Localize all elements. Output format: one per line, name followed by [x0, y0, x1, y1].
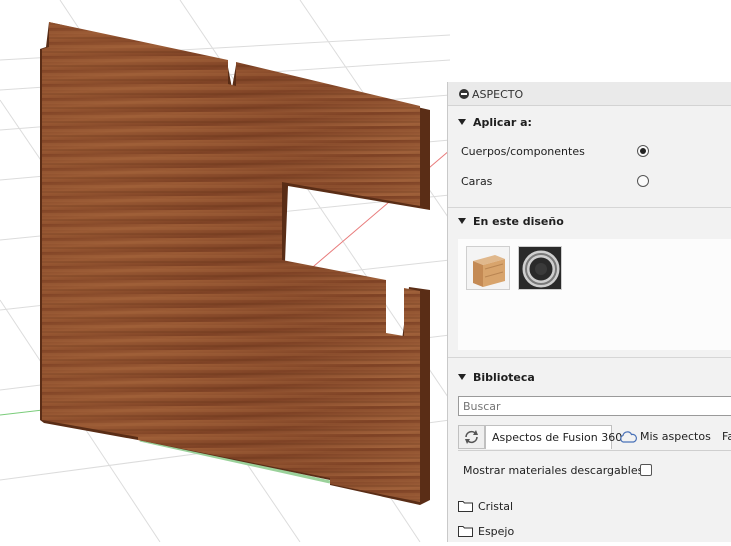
option-faces-label: Caras: [461, 175, 493, 188]
chrome-material-swatch[interactable]: [518, 246, 562, 290]
downloadable-materials-checkbox[interactable]: [640, 464, 652, 476]
expand-triangle-icon: [458, 119, 466, 125]
folder-icon: [458, 501, 473, 512]
cloud-icon: [620, 431, 637, 443]
section-divider: [448, 357, 731, 358]
folder-icon: [458, 526, 473, 537]
tab-my-appearances[interactable]: Mis aspectos: [615, 425, 711, 449]
apply-to-label: Aplicar a:: [473, 116, 532, 129]
expand-triangle-icon: [458, 218, 466, 224]
folder-label: Cristal: [478, 500, 514, 513]
in-design-section-header[interactable]: En este diseño: [448, 208, 731, 234]
refresh-button[interactable]: [458, 425, 485, 449]
library-tabs: Aspectos de Fusion 360 Mis aspectos Fa: [458, 425, 731, 451]
wood-panel-face: [42, 22, 420, 502]
in-design-label: En este diseño: [473, 215, 564, 228]
radio-bodies-components[interactable]: [637, 145, 649, 157]
library-search-input[interactable]: [458, 396, 731, 416]
design-materials-list: [458, 239, 731, 350]
folder-label: Espejo: [478, 525, 515, 538]
wood-material-swatch[interactable]: [466, 246, 510, 290]
library-section-header[interactable]: Biblioteca: [448, 364, 731, 390]
tab-my-appearances-label: Mis aspectos: [640, 430, 711, 443]
panel-title: ASPECTO: [472, 88, 524, 101]
option-bodies-label: Cuerpos/componentes: [461, 145, 585, 158]
tab-favorites[interactable]: Fa: [722, 425, 731, 449]
apply-to-section-header[interactable]: Aplicar a:: [448, 109, 731, 135]
panel-title-bar: ASPECTO: [448, 82, 731, 106]
refresh-icon: [465, 430, 478, 444]
collapse-panel-icon[interactable]: [459, 89, 469, 99]
expand-triangle-icon: [458, 374, 466, 380]
radio-faces[interactable]: [637, 175, 649, 187]
downloadable-materials-label: Mostrar materiales descargables: [463, 464, 644, 477]
tab-fusion-appearances[interactable]: Aspectos de Fusion 360: [485, 425, 622, 449]
appearance-panel: ASPECTO Aplicar a: Cuerpos/componentes C…: [447, 82, 731, 542]
library-label: Biblioteca: [473, 371, 535, 384]
